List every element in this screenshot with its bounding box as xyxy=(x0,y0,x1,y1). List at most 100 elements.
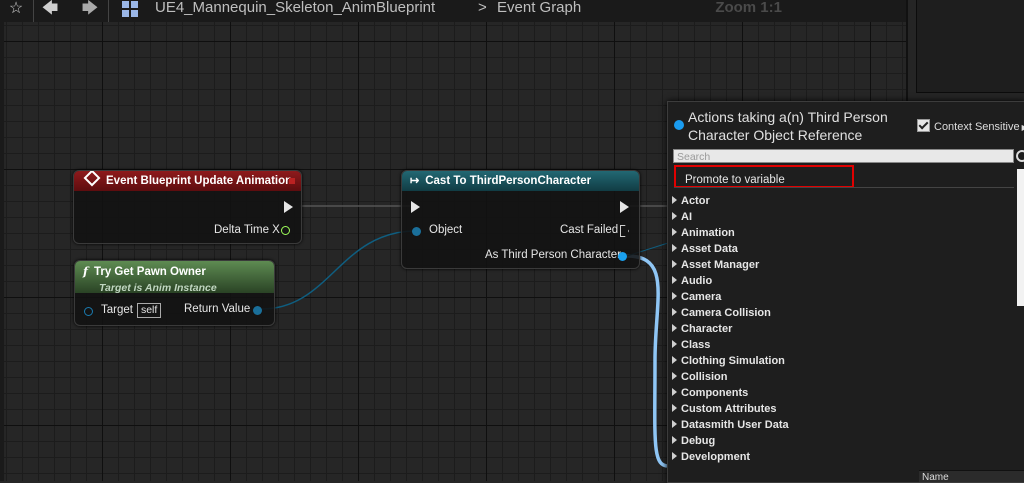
self-default-value[interactable]: self xyxy=(136,303,162,318)
try-get-pawn-owner-node[interactable]: f Try Get Pawn Owner Target is Anim Insta… xyxy=(74,260,275,326)
cast-failed-label: Cast Failed xyxy=(560,224,619,236)
back-arrow-icon[interactable]: 🡄 xyxy=(38,0,62,18)
expand-triangle-icon[interactable] xyxy=(672,372,677,380)
category-label: Custom Attributes xyxy=(681,403,777,415)
category-label: Clothing Simulation xyxy=(681,355,785,367)
category-label: Animation xyxy=(681,227,735,239)
toolbar-divider xyxy=(108,0,109,22)
cast-arrow-icon: ↦ xyxy=(410,175,420,187)
expand-triangle-icon[interactable] xyxy=(672,420,677,428)
node-header: Event Blueprint Update Animation xyxy=(74,171,301,191)
delta-time-label: Delta Time X xyxy=(214,224,280,236)
category-item[interactable]: Class xyxy=(672,337,789,353)
promote-to-variable-item[interactable]: Promote to variable xyxy=(685,174,785,186)
object-reference-icon xyxy=(674,120,684,130)
category-item[interactable]: Collision xyxy=(672,369,789,385)
category-item[interactable]: Character xyxy=(672,321,789,337)
exec-out-pin[interactable] xyxy=(284,201,293,213)
expand-triangle-icon[interactable] xyxy=(672,228,677,236)
expand-triangle-icon[interactable] xyxy=(672,292,677,300)
object-pin[interactable] xyxy=(412,227,421,236)
menu-scrollbar[interactable] xyxy=(1017,169,1024,306)
category-label: Components xyxy=(681,387,749,399)
blueprint-grid-icon xyxy=(122,1,138,17)
object-pin-label: Object xyxy=(429,224,463,236)
favorite-star-icon[interactable]: ☆ xyxy=(4,0,28,18)
breadcrumb-asset[interactable]: UE4_Mannequin_Skeleton_AnimBlueprint xyxy=(155,0,435,16)
expand-triangle-icon[interactable] xyxy=(672,196,677,204)
category-label: Class xyxy=(681,339,711,351)
menu-title: Actions taking a(n) Third Person Charact… xyxy=(688,109,888,143)
breadcrumb-graph[interactable]: Event Graph xyxy=(497,0,581,16)
category-item[interactable]: Camera Collision xyxy=(672,305,789,321)
category-label: AI xyxy=(681,211,692,223)
delegate-pin-icon[interactable] xyxy=(289,178,295,184)
event-update-animation-node[interactable]: Event Blueprint Update Animation Delta T… xyxy=(73,170,302,244)
cast-to-thirdpersoncharacter-node[interactable]: ↦ Cast To ThirdPersonCharacter Object Cas… xyxy=(401,170,640,269)
expand-triangle-icon[interactable] xyxy=(672,356,677,364)
category-item[interactable]: AI xyxy=(672,209,789,225)
zoom-level: Zoom 1:1 xyxy=(715,0,782,16)
delta-time-pin[interactable] xyxy=(281,226,290,235)
category-label: Debug xyxy=(681,435,716,447)
category-item[interactable]: Development xyxy=(672,449,789,465)
forward-arrow-icon[interactable]: 🡆 xyxy=(78,0,102,18)
name-column-header[interactable]: Name xyxy=(919,470,1024,482)
node-title: Event Blueprint Update Animation xyxy=(106,175,293,187)
target-pin[interactable] xyxy=(84,307,93,316)
expand-triangle-icon[interactable] xyxy=(672,388,677,396)
expand-triangle-icon[interactable] xyxy=(672,308,677,316)
details-panel-inner xyxy=(916,0,1024,93)
event-diamond-icon xyxy=(83,171,101,187)
toolbar: ☆ 🡄 🡆 UE4_Mannequin_Skeleton_AnimBluepri… xyxy=(0,0,906,22)
category-label: Datasmith User Data xyxy=(681,419,789,431)
node-title: Cast To ThirdPersonCharacter xyxy=(425,175,592,187)
category-item[interactable]: Debug xyxy=(672,433,789,449)
category-list: Actor AI Animation Asset Data Asset Manager A… xyxy=(672,193,789,465)
category-label: Camera Collision xyxy=(681,307,771,319)
context-sensitive-toggle[interactable]: Context Sensitive▶ xyxy=(917,119,1024,133)
category-item[interactable]: Actor xyxy=(672,193,789,209)
category-item[interactable]: Animation xyxy=(672,225,789,241)
category-item[interactable]: Components xyxy=(672,385,789,401)
node-header: f Try Get Pawn Owner Target is Anim Insta… xyxy=(75,261,274,294)
breadcrumb-separator: > xyxy=(478,0,487,16)
expand-triangle-icon[interactable] xyxy=(672,276,677,284)
as-third-person-label: As Third Person Character xyxy=(485,249,621,261)
category-item[interactable]: Datasmith User Data xyxy=(672,417,789,433)
cast-failed-pin[interactable] xyxy=(620,225,629,237)
context-action-menu: Actions taking a(n) Third Person Charact… xyxy=(667,101,1024,483)
category-item[interactable]: Camera xyxy=(672,289,789,305)
expand-triangle-icon[interactable] xyxy=(672,212,677,220)
expand-triangle-icon[interactable] xyxy=(672,404,677,412)
category-item[interactable]: Custom Attributes xyxy=(672,401,789,417)
node-subtitle: Target is Anim Instance xyxy=(99,282,217,294)
target-pin-label: Target self xyxy=(101,303,162,318)
category-label: Camera xyxy=(681,291,722,303)
as-third-person-pin[interactable] xyxy=(618,252,627,261)
drag-wire-as-character xyxy=(626,254,669,468)
category-item[interactable]: Clothing Simulation xyxy=(672,353,789,369)
expand-triangle-icon[interactable] xyxy=(672,260,677,268)
search-input[interactable]: Search xyxy=(673,149,1014,163)
expand-triangle-icon[interactable] xyxy=(672,340,677,348)
category-label: Collision xyxy=(681,371,728,383)
category-label: Actor xyxy=(681,195,710,207)
expand-triangle-icon[interactable] xyxy=(672,324,677,332)
return-value-pin[interactable] xyxy=(253,306,262,315)
menu-divider xyxy=(674,187,1014,188)
exec-out-pin[interactable] xyxy=(620,201,629,213)
search-icon[interactable] xyxy=(1016,150,1024,162)
function-icon: f xyxy=(83,264,88,278)
node-title: Try Get Pawn Owner xyxy=(93,266,206,278)
category-item[interactable]: Asset Manager xyxy=(672,257,789,273)
category-item[interactable]: Asset Data xyxy=(672,241,789,257)
exec-in-pin[interactable] xyxy=(411,201,420,213)
node-header: ↦ Cast To ThirdPersonCharacter xyxy=(402,171,639,191)
category-item[interactable]: Audio xyxy=(672,273,789,289)
expand-triangle-icon[interactable] xyxy=(672,244,677,252)
checkbox-checked-icon[interactable] xyxy=(917,119,930,132)
category-label: Development xyxy=(681,451,751,463)
expand-triangle-icon[interactable] xyxy=(672,452,677,460)
expand-triangle-icon[interactable] xyxy=(672,436,677,444)
